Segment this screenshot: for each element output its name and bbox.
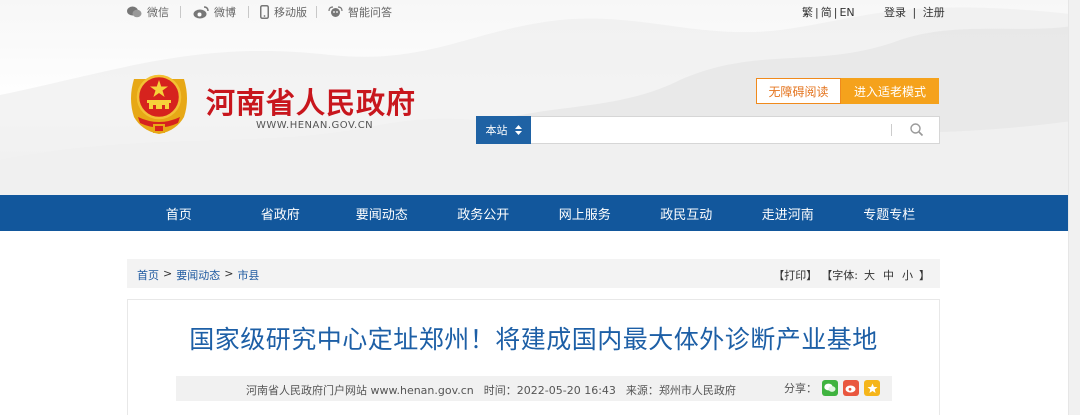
wechat-label: 微信 [147, 6, 169, 19]
share-label: 分享： [784, 382, 817, 395]
chat-bot-link[interactable]: 智能问答 [328, 4, 392, 20]
meta-time: 时间：2022-05-20 16:43 [483, 384, 616, 397]
account-links: 登录 | 注册 [884, 6, 945, 19]
search-scope-select[interactable]: 本站 [476, 116, 531, 144]
lang-traditional[interactable]: 繁 [802, 6, 813, 19]
language-switcher: 繁 | 简 | EN [802, 6, 855, 19]
share-favorite-button[interactable] [864, 380, 880, 396]
nav-item-interaction[interactable]: 政民互动 [636, 195, 738, 231]
main-navigation: 首页 省政府 要闻动态 政务公开 网上服务 政民互动 走进河南 专题专栏 [0, 195, 1068, 231]
nav-item-provincial-government[interactable]: 省政府 [230, 195, 332, 231]
scrollbar[interactable] [1068, 0, 1080, 415]
nav-item-about-henan[interactable]: 走进河南 [737, 195, 839, 231]
article-meta: 河南省人民政府门户网站 www.henan.gov.cn 时间：2022-05-… [176, 376, 892, 401]
register-link[interactable]: 注册 [923, 6, 945, 19]
article-container: 国家级研究中心定址郑州！将建成国内最大体外诊断产业基地 河南省人民政府门户网站 … [127, 299, 940, 415]
weibo-label: 微博 [214, 6, 236, 19]
search-scope-label: 本站 [485, 124, 508, 137]
share-buttons: 分享： [784, 380, 880, 396]
font-size-small[interactable]: 小 [902, 267, 913, 283]
print-button[interactable]: 【打印】 [773, 267, 817, 283]
meta-origin: 来源：郑州市人民政府 [625, 384, 736, 397]
share-weibo-button[interactable] [843, 380, 859, 396]
search-input[interactable] [531, 116, 940, 144]
wechat-icon [127, 6, 142, 18]
chat-bot-icon [328, 5, 343, 17]
breadcrumb-cities[interactable]: 市县 [237, 267, 259, 283]
weibo-icon [193, 5, 209, 18]
top-bar: 微信 微博 移动版 智能问答 繁 | 简 | EN 登录 | 注册 [0, 4, 1080, 22]
breadcrumb-news[interactable]: 要闻动态 [176, 267, 220, 283]
chat-bot-label: 智能问答 [348, 6, 392, 19]
search-icon[interactable] [908, 121, 926, 139]
mobile-icon [260, 5, 269, 19]
breadcrumb: 首页 > 要闻动态 > 市县 [137, 267, 259, 283]
breadcrumb-bar: 首页 > 要闻动态 > 市县 【打印】 【字体: 大 中 小 】 [127, 259, 940, 288]
star-icon [867, 383, 877, 393]
separator [180, 6, 181, 18]
lang-simplified[interactable]: 简 [821, 6, 832, 19]
mobile-link[interactable]: 移动版 [260, 4, 307, 20]
article-title: 国家级研究中心定址郑州！将建成国内最大体外诊断产业基地 [189, 325, 878, 354]
breadcrumb-separator: > [224, 267, 234, 280]
sort-arrows-icon [514, 125, 522, 135]
weibo-icon [845, 385, 856, 393]
nav-item-special-topics[interactable]: 专题专栏 [839, 195, 941, 231]
separator [248, 6, 249, 18]
wechat-link[interactable]: 微信 [127, 4, 169, 20]
wechat-icon [824, 383, 836, 392]
share-wechat-button[interactable] [822, 380, 838, 396]
nav-item-news[interactable]: 要闻动态 [331, 195, 433, 231]
font-size-end: 】 [919, 269, 930, 282]
site-url: WWW.HENAN.GOV.CN [256, 120, 374, 131]
breadcrumb-separator: > [163, 267, 173, 280]
site-title[interactable]: 河南省人民政府 [206, 80, 416, 122]
nav-item-online-services[interactable]: 网上服务 [534, 195, 636, 231]
breadcrumb-home[interactable]: 首页 [137, 267, 159, 283]
elder-mode-button[interactable]: 进入适老模式 [841, 78, 939, 104]
article-tools: 【打印】 【字体: 大 中 小 】 [773, 267, 930, 283]
login-link[interactable]: 登录 [884, 6, 906, 19]
font-size-label: 【字体: [821, 269, 858, 282]
nav-item-government-affairs[interactable]: 政务公开 [433, 195, 535, 231]
lang-english[interactable]: EN [839, 6, 854, 19]
font-size-large[interactable]: 大 [864, 267, 875, 283]
search-divider [891, 124, 892, 136]
meta-source-site: 河南省人民政府门户网站 www.henan.gov.cn [246, 384, 474, 397]
weibo-link[interactable]: 微博 [193, 4, 236, 20]
nav-item-home[interactable]: 首页 [128, 195, 230, 231]
national-emblem-logo[interactable] [128, 71, 190, 137]
mobile-label: 移动版 [274, 6, 307, 19]
separator [316, 6, 317, 18]
accessible-reading-button[interactable]: 无障碍阅读 [756, 78, 841, 104]
font-size-medium[interactable]: 中 [883, 267, 894, 283]
